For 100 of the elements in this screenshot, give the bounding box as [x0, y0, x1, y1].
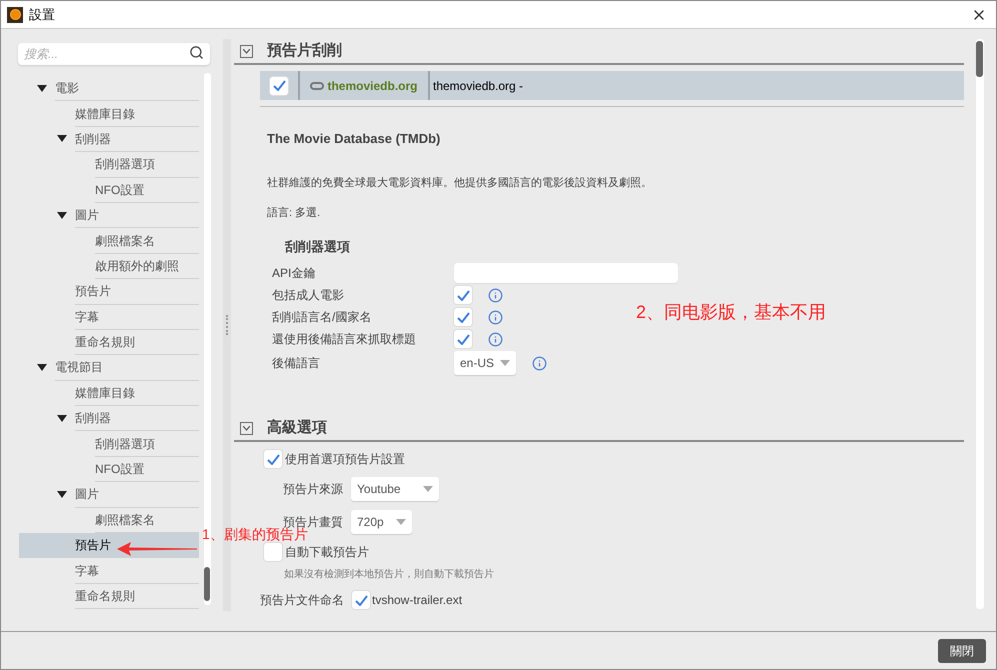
checkbox[interactable]: [454, 330, 472, 348]
tree-item[interactable]: 重命名規則: [19, 330, 199, 356]
scraper-row[interactable]: themoviedb.org themoviedb.org -: [260, 71, 964, 100]
caret-icon: [396, 519, 406, 525]
dropdown[interactable]: 720p: [351, 510, 412, 534]
window-title: 設置: [29, 6, 55, 24]
option-label: 包括成人電影: [272, 287, 345, 304]
tree-item[interactable]: NFO設置: [19, 456, 199, 482]
option-label: API金鑰: [272, 265, 316, 282]
tree-item-label: 刮削器: [75, 406, 199, 432]
info-icon[interactable]: [488, 332, 503, 346]
option-label: 刮削語言名/國家名: [272, 309, 372, 326]
collapse-toggle[interactable]: [240, 422, 253, 434]
tree-item-label: 圖片: [75, 202, 199, 228]
info-icon[interactable]: [488, 288, 503, 302]
checkbox[interactable]: [270, 76, 288, 94]
tree-item[interactable]: 啟用額外的劇照: [19, 254, 199, 280]
tree-item[interactable]: 刮削器: [19, 406, 199, 432]
tree-item-label: NFO設置: [95, 178, 199, 203]
triangle-down-icon: [57, 135, 67, 144]
section-title: 高級選項: [267, 418, 327, 438]
checkbox[interactable]: [264, 450, 282, 468]
tree-item-label: 重命名規則: [75, 330, 199, 356]
tree-item-label: 啟用額外的劇照: [95, 254, 199, 280]
tree-item[interactable]: 刮削器選項: [19, 152, 199, 178]
logo: themoviedb.org: [300, 71, 430, 100]
chevron-icon: [243, 48, 250, 54]
option-label: 後備語言: [272, 355, 321, 372]
dropdown[interactable]: Youtube: [351, 477, 439, 501]
hint-text: 如果沒有檢測到本地預告片，則自動下載預告片: [284, 568, 495, 582]
splitter-handle[interactable]: [226, 315, 228, 335]
close-dialog-button[interactable]: 關閉: [938, 638, 986, 662]
tree-item-label: 重命名規則: [75, 584, 199, 610]
tree-item[interactable]: NFO設置: [19, 178, 199, 203]
scrollbar-thumb[interactable]: [976, 41, 983, 77]
api-key-field[interactable]: [454, 263, 678, 283]
triangle-down-icon: [37, 364, 47, 372]
section-title: 預告片刮削: [267, 40, 342, 61]
chevron-icon: [243, 426, 250, 430]
tree-item-label: 電視節目: [55, 355, 199, 381]
checkbox-label: 自動下載預告片: [285, 544, 369, 561]
tree-item-label: 圖片: [75, 482, 199, 508]
options-title: 刮削器選項: [285, 238, 351, 256]
tree-item[interactable]: 電影: [19, 76, 199, 102]
scrollbar[interactable]: [976, 39, 984, 609]
tree-item-label: 字幕: [75, 304, 199, 330]
collapse-toggle[interactable]: [240, 44, 253, 58]
language-note: 語言: 多選.: [267, 206, 322, 221]
triangle-down-icon: [57, 212, 67, 220]
scraper-description: 社群維護的免費全球最大電影資料庫。他提供多國語言的電影後設資料及劇照。: [267, 176, 653, 190]
tree-item-label: 劇照檔案名: [95, 228, 199, 254]
triangle-down-icon: [57, 490, 67, 499]
tree-item[interactable]: 媒體庫目錄: [19, 101, 199, 127]
tree-item[interactable]: 字幕: [19, 558, 199, 584]
tree-item[interactable]: 重命名規則: [19, 584, 199, 610]
tree-item[interactable]: 媒體庫目錄: [19, 380, 199, 406]
option-label: 還使用後備語言來抓取標題: [272, 331, 417, 348]
tree-item[interactable]: 電視節目: [19, 355, 199, 381]
tree-item[interactable]: 圖片: [19, 482, 199, 508]
tree-item-label: 媒體庫目錄: [75, 380, 199, 406]
caret-icon: [500, 360, 510, 366]
tree-item-label: 刮削器選項: [95, 431, 199, 457]
caret-icon: [423, 486, 433, 492]
checkbox[interactable]: [454, 286, 472, 304]
scraper-heading: The Movie Database (TMDb): [267, 130, 442, 148]
annotation-text: 2、同电影版，基本不用: [636, 301, 826, 324]
scraper-name: themoviedb.org -: [432, 78, 524, 94]
app-icon: [7, 6, 23, 22]
tree-item-label: 刮削器選項: [95, 152, 199, 178]
scrollbar[interactable]: [204, 73, 211, 605]
tree-item[interactable]: 刮削器選項: [19, 431, 199, 457]
search-icon[interactable]: [189, 45, 204, 60]
scrollbar-thumb[interactable]: [204, 567, 210, 601]
tree-item-label: 媒體庫目錄: [75, 101, 199, 127]
dropdown[interactable]: en-US: [454, 351, 516, 375]
checkbox-label: 使用首選項預告片設置: [285, 451, 405, 468]
triangle-down-icon: [57, 414, 67, 423]
annotation-text: 1、剧集的预告片: [202, 527, 308, 541]
checkbox[interactable]: [454, 308, 472, 326]
option-label: 預告片來源: [283, 481, 343, 498]
tree-item-label: 電影: [55, 76, 199, 102]
tree-item[interactable]: 字幕: [19, 304, 199, 330]
file-name-value: tvshow-trailer.ext: [372, 592, 462, 609]
tree-item[interactable]: 刮削器: [19, 126, 199, 152]
tree-item-label: 刮削器: [75, 126, 199, 152]
search-field[interactable]: 搜索...: [18, 43, 210, 65]
checkbox[interactable]: [352, 591, 370, 609]
info-icon[interactable]: [532, 356, 547, 370]
tree-item[interactable]: 圖片: [19, 202, 199, 228]
option-label: 預告片畫質: [283, 514, 343, 529]
tree-item[interactable]: 預告片: [19, 533, 199, 558]
info-icon[interactable]: [488, 310, 503, 324]
arrow-icon: [117, 542, 197, 556]
tree-item-label: NFO設置: [95, 456, 199, 482]
tree-item[interactable]: 劇照檔案名: [19, 228, 199, 254]
tree-item-label: 預告片: [75, 279, 199, 305]
checkbox[interactable]: [264, 543, 282, 561]
triangle-down-icon: [37, 84, 47, 93]
option-label: 預告片文件命名: [260, 592, 344, 609]
tree-item[interactable]: 預告片: [19, 279, 199, 305]
